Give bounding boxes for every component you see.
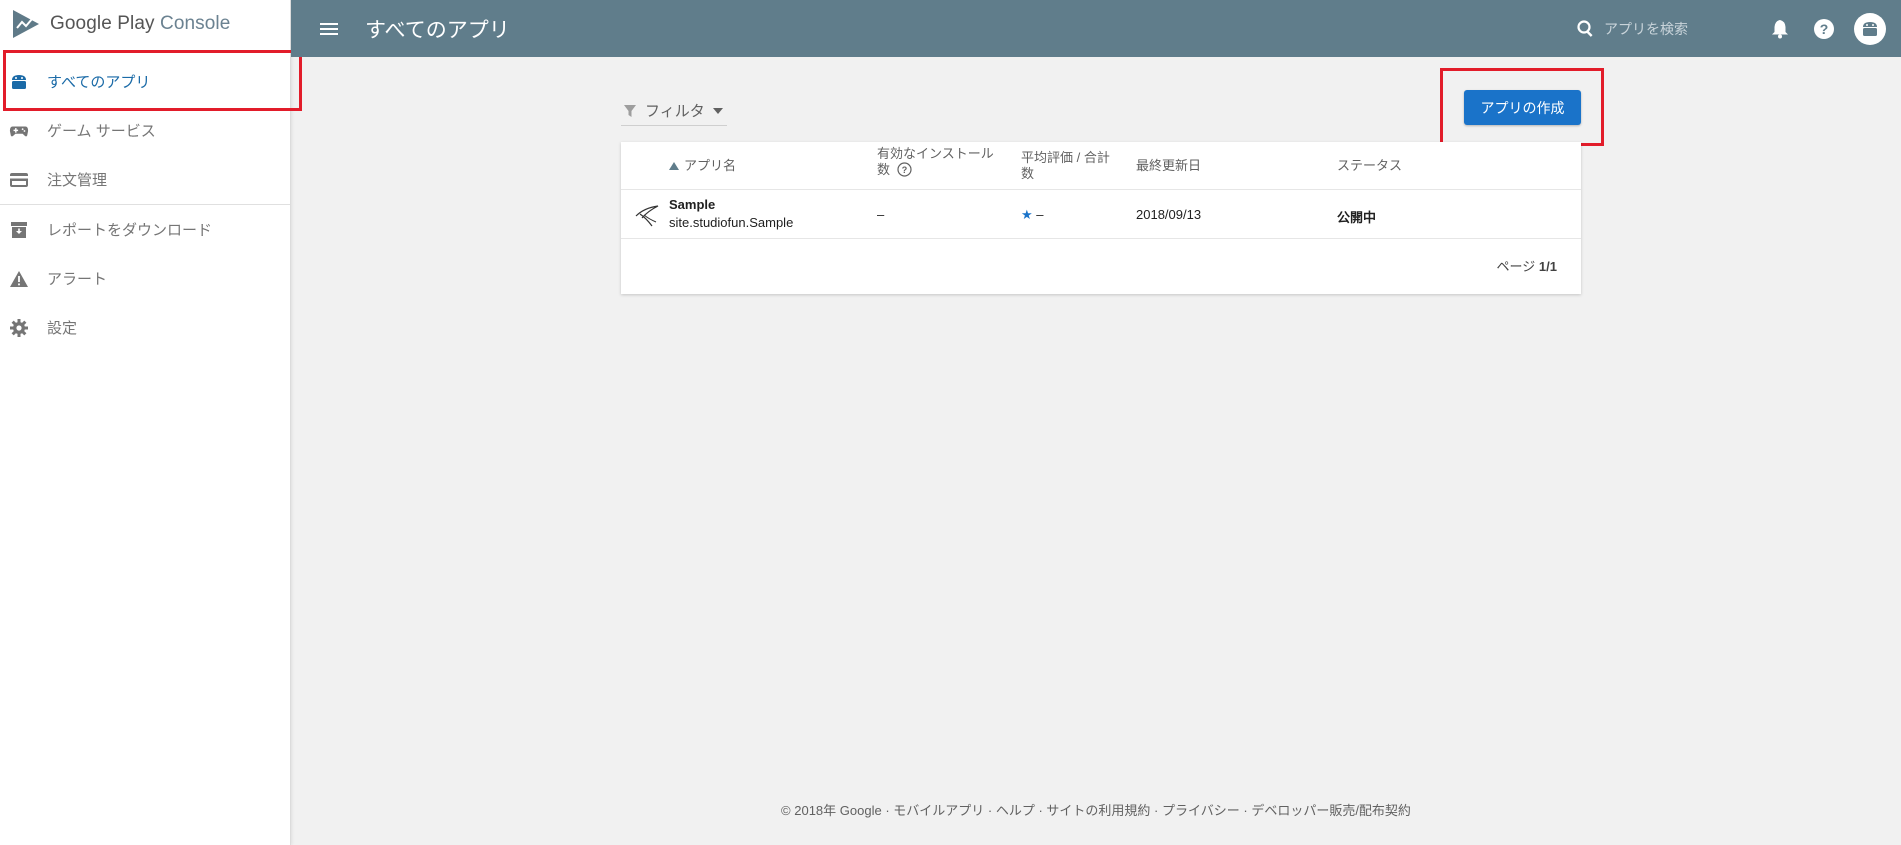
create-app-button[interactable]: アプリの作成 (1464, 90, 1581, 125)
filter-funnel-icon (624, 104, 636, 117)
gear-icon (9, 318, 29, 338)
sidebar-item-label: ゲーム サービス (47, 123, 156, 140)
android-avatar-icon (1863, 21, 1877, 36)
sidebar-item-alerts[interactable]: アラート (0, 254, 290, 303)
sidebar-item-label: 注文管理 (47, 172, 108, 189)
android-icon (9, 72, 29, 92)
footer-copyright: © 2018年 Google (781, 803, 882, 818)
app-package: site.studiofun.Sample (669, 215, 794, 230)
app-name: Sample (669, 197, 716, 212)
footer-link-distribution-agreement[interactable]: デベロッパー販売/配布契約 (1251, 803, 1411, 818)
help-circle-icon[interactable]: ? (897, 162, 912, 177)
column-header-updated[interactable]: 最終更新日 (1136, 158, 1201, 174)
credit-card-icon (9, 170, 29, 190)
column-header-app-name[interactable]: アプリ名 (669, 158, 736, 174)
svg-text:?: ? (901, 165, 907, 175)
account-avatar[interactable] (1854, 12, 1886, 45)
status-cell: 公開中 (1337, 210, 1377, 225)
sidebar-item-all-apps[interactable]: すべてのアプリ (0, 57, 290, 106)
table-header: アプリ名 有効なインストール数 ? 平均評価 / 合計数 最終更新日 ステータス (621, 142, 1581, 190)
sidebar-item-game-services[interactable]: ゲーム サービス (0, 106, 290, 155)
sidebar-item-label: レポートをダウンロード (47, 222, 213, 239)
brand[interactable]: Google Play Console (0, 0, 290, 48)
search-icon (1577, 19, 1593, 37)
pagination: ページ 1/1 (1496, 259, 1557, 274)
sidebar-item-settings[interactable]: 設定 (0, 303, 290, 352)
search-box[interactable] (1576, 19, 1746, 39)
updated-cell: 2018/09/13 (1136, 207, 1202, 222)
footer-link-privacy[interactable]: プライバシー (1162, 803, 1240, 818)
footer-link-terms[interactable]: サイトの利用規約 (1046, 803, 1150, 818)
bell-icon (1772, 19, 1788, 38)
sidebar-item-order-management[interactable]: 注文管理 (0, 155, 290, 204)
sidebar-item-download-reports[interactable]: レポートをダウンロード (0, 205, 290, 254)
sort-asc-icon (669, 162, 679, 170)
download-box-icon (9, 220, 29, 240)
column-header-rating[interactable]: 平均評価 / 合計数 (1021, 150, 1113, 182)
warning-icon (9, 269, 29, 289)
footer-link-mobile-app[interactable]: モバイルアプリ (893, 803, 984, 818)
play-console-logo-icon (13, 10, 39, 38)
topbar-actions: ? (1576, 0, 1901, 57)
sidebar-item-label: 設定 (47, 320, 78, 337)
help-icon: ? (1814, 18, 1834, 39)
top-app-bar: すべてのアプリ ? (291, 0, 1901, 57)
sidebar-item-label: アラート (47, 271, 108, 288)
sidebar-nav: すべてのアプリ ゲーム サービス 注文管理 レポートをダウンロード アラート 設… (0, 48, 290, 352)
footer: © 2018年 Google · モバイルアプリ · ヘルプ · サイトの利用規… (781, 803, 1411, 818)
page-title: すべてのアプリ (365, 18, 510, 42)
notifications-button[interactable] (1766, 15, 1794, 43)
installs-cell: – (877, 207, 885, 222)
filter-label: フィルタ (645, 103, 705, 120)
table-row[interactable]: Sample site.studiofun.Sample – ★ – 2018/… (621, 190, 1581, 239)
svg-text:?: ? (1820, 21, 1829, 37)
sidebar: Google Play Console すべてのアプリ ゲーム サービス 注文管… (0, 0, 291, 845)
caret-down-icon (712, 107, 723, 114)
star-icon: ★ (1021, 207, 1033, 222)
menu-button[interactable] (311, 11, 347, 47)
sidebar-item-label: すべてのアプリ (47, 74, 151, 91)
help-button[interactable]: ? (1810, 15, 1838, 43)
column-header-status[interactable]: ステータス (1337, 158, 1402, 174)
hamburger-menu-icon (320, 22, 338, 35)
gamepad-icon (9, 121, 29, 141)
app-name-cell[interactable]: Sample site.studiofun.Sample (669, 196, 793, 232)
brand-title: Google Play Console (50, 13, 231, 34)
footer-link-help[interactable]: ヘルプ (996, 803, 1035, 818)
rating-cell: ★ – (1021, 207, 1044, 222)
app-feather-icon (635, 205, 659, 227)
column-header-installs[interactable]: 有効なインストール数 ? (877, 146, 995, 178)
search-input[interactable] (1604, 20, 1734, 37)
apps-table-card: アプリ名 有効なインストール数 ? 平均評価 / 合計数 最終更新日 ステータス… (621, 142, 1581, 294)
filter-dropdown[interactable]: フィルタ (621, 96, 727, 126)
